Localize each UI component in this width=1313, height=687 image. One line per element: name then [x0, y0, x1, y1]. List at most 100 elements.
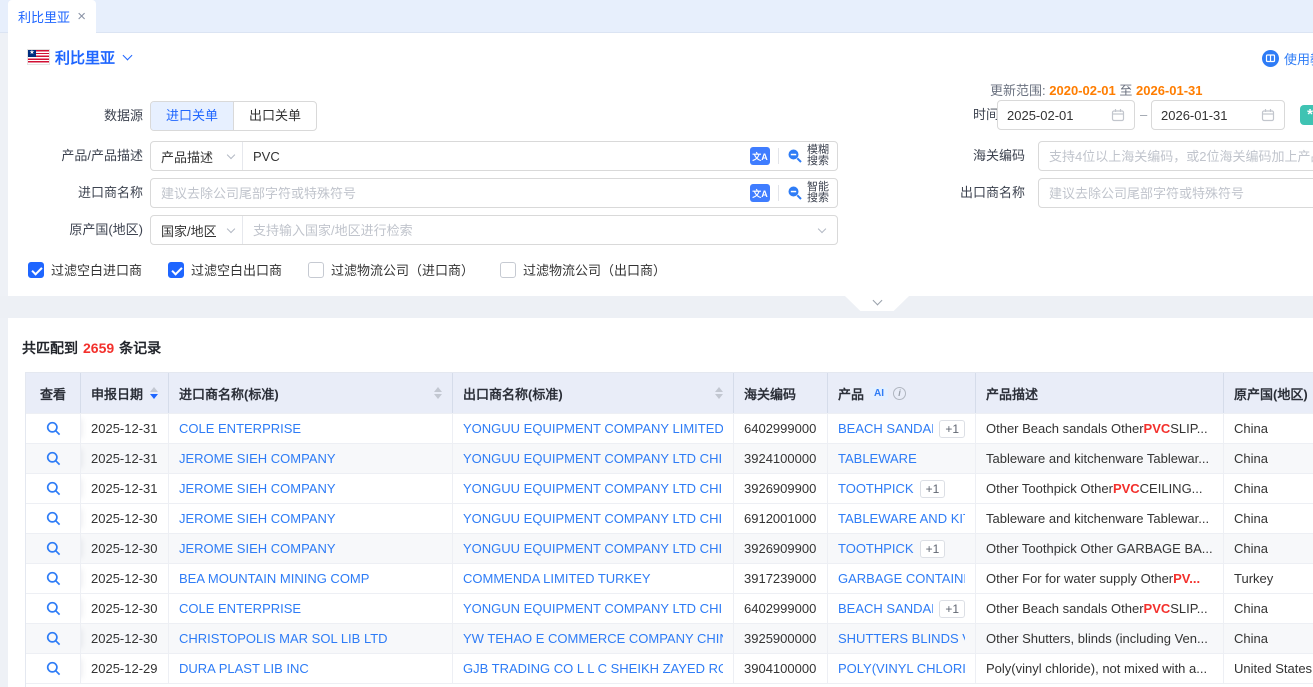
importer-link[interactable]: JEROME SIEH COMPANY [179, 451, 336, 466]
fuzzy-search-label: 模糊搜索 [807, 145, 829, 167]
sort-control[interactable] [150, 387, 158, 399]
data-source-option[interactable]: 进口关单 [151, 102, 233, 130]
tools-icon[interactable]: * [1300, 105, 1313, 125]
view-record-button[interactable] [46, 421, 61, 436]
exporter-link[interactable]: COMMENDA LIMITED TURKEY [463, 571, 651, 586]
date-from-input[interactable]: 2025-02-01 [997, 100, 1135, 130]
importer-link[interactable]: JEROME SIEH COMPANY [179, 481, 336, 496]
sort-asc-icon[interactable] [150, 387, 158, 392]
product-type-select[interactable]: 产品描述 [151, 142, 243, 170]
product-extra-count-badge[interactable]: +1 [939, 420, 965, 438]
exporter-link[interactable]: YONGUN EQUIPMENT COMPANY LTD CHI... [463, 601, 723, 616]
sort-control[interactable] [715, 387, 723, 399]
chevron-down-icon[interactable] [123, 51, 133, 61]
product-input-group: 产品描述 文A 模糊搜索 [150, 141, 838, 171]
tab-liberia[interactable]: 利比里亚 × [8, 0, 96, 33]
importer-link[interactable]: JEROME SIEH COMPANY [179, 541, 336, 556]
view-record-button[interactable] [46, 571, 61, 586]
view-record-button[interactable] [46, 511, 61, 526]
importer-link[interactable]: COLE ENTERPRISE [179, 421, 301, 436]
view-record-button[interactable] [46, 661, 61, 676]
product-tag-link[interactable]: BEACH SANDAL [838, 601, 933, 616]
data-source-tabs: 进口关单 出口关单 [150, 101, 317, 131]
filter-checkbox[interactable]: 过滤空白进口商 [28, 260, 142, 279]
view-record-button[interactable] [46, 481, 61, 496]
product-tag-link[interactable]: BEACH SANDAL [838, 421, 933, 436]
filter-checkbox[interactable]: 过滤物流公司（出口商） [500, 260, 666, 279]
checkbox-icon[interactable] [308, 262, 324, 278]
product-tag-link[interactable]: SHUTTERS BLINDS VE... [838, 631, 965, 646]
fuzzy-search-button[interactable]: 模糊搜索 [787, 145, 837, 167]
cell-product: POLY(VINYL CHLORIDE) [828, 654, 976, 683]
filter-checkbox[interactable]: 过滤空白出口商 [168, 260, 282, 279]
view-record-button[interactable] [46, 541, 61, 556]
view-record-button[interactable] [46, 631, 61, 646]
importer-link[interactable]: COLE ENTERPRISE [179, 601, 301, 616]
exporter-link[interactable]: YW TEHAO E COMMERCE COMPANY CHINA [463, 631, 723, 646]
update-range-from: 2020-02-01 [1049, 83, 1116, 98]
exporter-link[interactable]: YONGUU EQUIPMENT COMPANY LIMITED ... [463, 421, 723, 436]
sort-desc-icon[interactable] [434, 394, 442, 399]
product-input[interactable] [243, 143, 750, 169]
header-importer[interactable]: 进口商名称(标准) [169, 373, 453, 413]
table-row: 2025-12-29 DURA PLAST LIB INC GJB TRADIN… [26, 653, 1313, 683]
chevron-down-icon [818, 224, 826, 232]
product-tag-link[interactable]: TABLEWARE [838, 451, 917, 466]
origin-type-select[interactable]: 国家/地区 [151, 216, 243, 244]
magnifier-icon [787, 148, 803, 164]
translate-icon[interactable]: 文A [750, 147, 770, 165]
sort-desc-icon[interactable] [715, 394, 723, 399]
cell-declare-date: 2025-12-31 [81, 414, 169, 443]
cell-view [26, 564, 81, 593]
product-tag-link[interactable]: GARBAGE CONTAINER [838, 571, 965, 586]
header-hs-code: 海关编码 [734, 373, 828, 413]
sort-desc-icon[interactable] [150, 394, 158, 399]
exporter-input[interactable] [1038, 178, 1313, 208]
checkbox-icon[interactable] [500, 262, 516, 278]
checkbox-icon[interactable] [28, 262, 44, 278]
product-tag-link[interactable]: TOOTHPICK [838, 481, 914, 496]
translate-icon[interactable]: 文A [750, 184, 770, 202]
importer-link[interactable]: BEA MOUNTAIN MINING COMP [179, 571, 369, 586]
info-icon[interactable]: i [893, 387, 906, 400]
product-extra-count-badge[interactable]: +1 [920, 480, 946, 498]
cell-declare-date: 2025-12-30 [81, 564, 169, 593]
cell-view [26, 414, 81, 443]
hs-code-input[interactable] [1038, 141, 1313, 171]
exporter-link[interactable]: YONGUU EQUIPMENT COMPANY LTD CHIN... [463, 481, 723, 496]
close-icon[interactable]: × [77, 9, 86, 24]
importer-link[interactable]: CHRISTOPOLIS MAR SOL LIB LTD [179, 631, 388, 646]
exporter-link[interactable]: YONGUU EQUIPMENT COMPANY LTD CHIN... [463, 541, 723, 556]
cell-product: SHUTTERS BLINDS VE... [828, 624, 976, 653]
product-extra-count-badge[interactable]: +1 [920, 540, 946, 558]
sort-asc-icon[interactable] [434, 387, 442, 392]
product-extra-count-badge[interactable]: +1 [939, 600, 965, 618]
origin-input[interactable] [243, 217, 819, 243]
product-tag-link[interactable]: TOOTHPICK [838, 541, 914, 556]
tab-bar: 利比里亚 × [0, 0, 1313, 33]
sort-control[interactable] [434, 387, 442, 399]
checkbox-icon[interactable] [168, 262, 184, 278]
importer-link[interactable]: DURA PLAST LIB INC [179, 661, 309, 676]
header-declare-date[interactable]: 申报日期 [81, 373, 169, 413]
data-source-option[interactable]: 出口关单 [233, 102, 316, 130]
header-exporter[interactable]: 出口商名称(标准) [453, 373, 734, 413]
filter-checkbox[interactable]: 过滤物流公司（进口商） [308, 260, 474, 279]
exporter-link[interactable]: GJB TRADING CO L L C SHEIKH ZAYED ROA... [463, 661, 723, 676]
update-range-label: 更新范围: [990, 83, 1046, 98]
product-tag-link[interactable]: POLY(VINYL CHLORIDE) [838, 661, 965, 676]
importer-link[interactable]: JEROME SIEH COMPANY [179, 511, 336, 526]
date-to-input[interactable]: 2026-01-31 [1151, 100, 1285, 130]
table-row: 2025-12-30 JEROME SIEH COMPANY YONGUU EQ… [26, 533, 1313, 563]
importer-input[interactable] [151, 180, 750, 206]
exporter-link[interactable]: YONGUU EQUIPMENT COMPANY LTD CHIN... [463, 451, 723, 466]
sort-asc-icon[interactable] [715, 387, 723, 392]
collapse-panel-button[interactable] [845, 296, 909, 311]
smart-search-button[interactable]: 智能搜索 [787, 182, 837, 204]
help-link[interactable]: 使用教程 [1262, 49, 1313, 68]
exporter-link[interactable]: YONGUU EQUIPMENT COMPANY LTD CHIN... [463, 511, 723, 526]
view-record-button[interactable] [46, 601, 61, 616]
view-record-button[interactable] [46, 451, 61, 466]
cell-view [26, 504, 81, 533]
product-tag-link[interactable]: TABLEWARE AND KITC... [838, 511, 965, 526]
